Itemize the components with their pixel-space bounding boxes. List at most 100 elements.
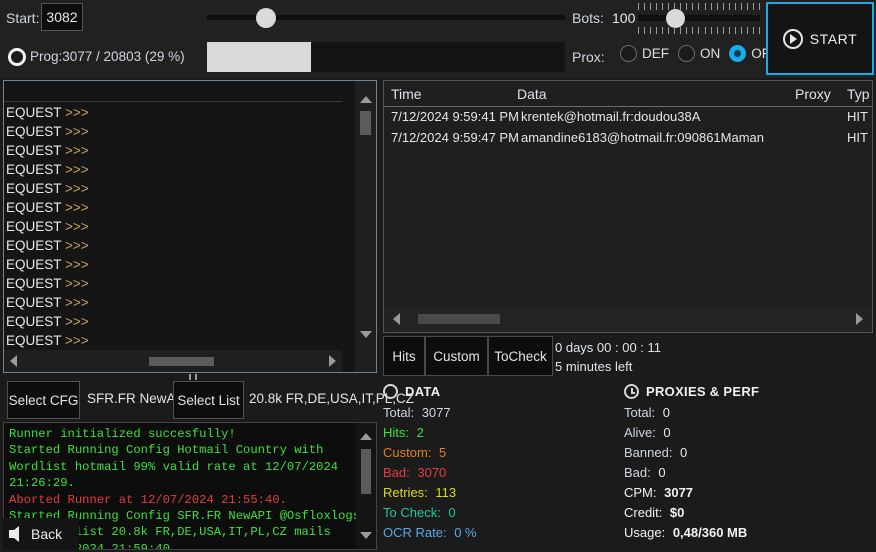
column-header-data[interactable]: Data [517, 86, 547, 102]
stat-row: Banned: 0 [624, 443, 874, 463]
stat-label: Custom: [383, 445, 431, 460]
stat-value: 0 [660, 425, 671, 440]
data-stats-rows: Total: 3077Hits: 2Custom: 5Bad: 3070Retr… [383, 403, 623, 543]
stat-value: 113 [432, 485, 456, 500]
log-vscroll-thumb[interactable] [360, 111, 371, 135]
cell-typ: HIT [847, 109, 868, 124]
table-scroll-right-icon[interactable] [856, 313, 863, 325]
stat-row: OCR Rate: 0 % [383, 523, 623, 543]
data-stats-title-row: DATA [383, 384, 623, 399]
radio-dot-icon[interactable] [729, 45, 746, 62]
proxy-radio-group[interactable]: DEFONOFF [620, 45, 787, 62]
toolbar: Start: 3082 Prog:3077 / 20803 (29 %) Bot… [0, 0, 876, 78]
runner-log-line: Wordlist hotmail 99% valid rate at 12/07… [9, 459, 349, 475]
stat-value: 0 % [451, 525, 477, 540]
start-button[interactable]: START [766, 2, 874, 75]
table-horizontal-scrollbar[interactable] [385, 307, 871, 331]
elapsed-timer: 0 days 00 : 00 : 11 [555, 340, 661, 355]
proxy-radio-label: DEF [642, 46, 669, 61]
stat-label: Retries: [383, 485, 428, 500]
back-arrow-icon [9, 526, 19, 542]
stat-label: Bad: [383, 465, 410, 480]
stat-label: Alive: [624, 425, 656, 440]
stat-value: 0,48/360 MB [669, 525, 747, 540]
table-hscroll-thumb[interactable] [418, 314, 500, 324]
stat-value: 0 [676, 445, 687, 460]
proxy-radio-label: ON [700, 46, 720, 61]
stat-row: Retries: 113 [383, 483, 623, 503]
tab-hits[interactable]: Hits [383, 336, 425, 376]
back-button[interactable]: Back [3, 518, 79, 550]
radio-dot-icon[interactable] [678, 45, 695, 62]
stat-value: 0 [659, 405, 670, 420]
log-hscroll-thumb[interactable] [149, 357, 214, 366]
log-vertical-scrollbar[interactable] [355, 81, 376, 351]
stat-row: Bad: 3070 [383, 463, 623, 483]
bots-slider-ticks-bottom [638, 27, 760, 34]
splitter-grip[interactable] [186, 374, 200, 380]
proxy-radio-def[interactable]: DEF [620, 45, 669, 62]
scroll-down-icon[interactable] [355, 326, 376, 343]
bots-slider-track[interactable] [638, 15, 760, 21]
stat-label: Hits: [383, 425, 409, 440]
proxies-stats-panel: PROXIES & PERF Total: 0Alive: 0Banned: 0… [624, 384, 874, 543]
cell-data: amandine6183@hotmail.fr:090861Maman [521, 130, 764, 145]
proxy-label: Prox: [572, 49, 605, 65]
stat-label: Usage: [624, 525, 665, 540]
log-line: EQUEST >>> [6, 331, 342, 350]
stat-value: 3077 [661, 485, 694, 500]
log-horizontal-scrollbar[interactable] [4, 350, 342, 372]
table-scroll-left-icon[interactable] [393, 313, 400, 325]
cell-data: krentek@hotmail.fr:doudou38A [521, 109, 700, 124]
start-input[interactable]: 3082 [41, 3, 83, 31]
remaining-timer: 5 minutes left [555, 359, 632, 374]
table-row[interactable]: 7/12/2024 9:59:47 PMamandine6183@hotmail… [384, 130, 872, 151]
data-stats-panel: DATA Total: 3077Hits: 2Custom: 5Bad: 307… [383, 384, 623, 543]
bots-slider-thumb[interactable] [666, 9, 685, 28]
progress-bar [207, 42, 565, 72]
cell-time: 7/12/2024 9:59:47 PM [391, 130, 519, 145]
stat-row: Custom: 5 [383, 443, 623, 463]
cell-time: 7/12/2024 9:59:41 PM [391, 109, 519, 124]
select-cfg-button[interactable]: Select CFG [7, 381, 80, 419]
log-header-row [4, 81, 342, 102]
proxy-radio-on[interactable]: ON [678, 45, 720, 62]
progress-radio-icon[interactable] [8, 48, 26, 66]
progress-slider-thumb[interactable] [256, 8, 276, 28]
log-line: EQUEST >>> [6, 255, 342, 274]
runner-log-line: Started Running Config Hotmail Country w… [9, 442, 349, 458]
stat-value: 5 [435, 445, 446, 460]
log-line: EQUEST >>> [6, 293, 342, 312]
column-header-typ[interactable]: Typ [847, 86, 870, 102]
runner-vertical-scrollbar[interactable] [356, 423, 376, 550]
progress-label: Prog:3077 / 20803 (29 %) [30, 49, 185, 64]
log-line: EQUEST >>> [6, 198, 342, 217]
selected-config-name: SFR.FR NewAPI @ [87, 391, 173, 406]
scroll-up-icon[interactable] [355, 91, 376, 108]
log-line: EQUEST >>> [6, 179, 342, 198]
stat-value: 0 [445, 505, 456, 520]
runner-scroll-up-icon[interactable] [356, 428, 376, 444]
log-line: EQUEST >>> [6, 274, 342, 293]
column-header-time[interactable]: Time [391, 86, 422, 102]
bots-slider[interactable] [638, 3, 760, 34]
scroll-right-icon[interactable] [329, 355, 336, 367]
tab-custom[interactable]: Custom [425, 336, 488, 376]
scroll-left-icon[interactable] [10, 355, 17, 367]
proxies-stats-rows: Total: 0Alive: 0Banned: 0Bad: 0CPM: 3077… [624, 403, 874, 543]
tab-tocheck[interactable]: ToCheck [488, 336, 553, 376]
runner-scroll-down-icon[interactable] [356, 527, 376, 543]
runner-vscroll-thumb[interactable] [361, 449, 371, 494]
scroll-corner [355, 350, 376, 372]
bots-label: Bots: [572, 10, 604, 26]
stat-row: Alive: 0 [624, 423, 874, 443]
stat-row: Usage: 0,48/360 MB [624, 523, 874, 543]
stat-value: 2 [413, 425, 424, 440]
radio-dot-icon[interactable] [620, 45, 637, 62]
stat-row: Bad: 0 [624, 463, 874, 483]
stat-row: Total: 3077 [383, 403, 623, 423]
select-list-button[interactable]: Select List [173, 381, 244, 419]
table-row[interactable]: 7/12/2024 9:59:41 PMkrentek@hotmail.fr:d… [384, 109, 872, 130]
column-header-proxy[interactable]: Proxy [795, 86, 831, 102]
log-line: EQUEST >>> [6, 217, 342, 236]
